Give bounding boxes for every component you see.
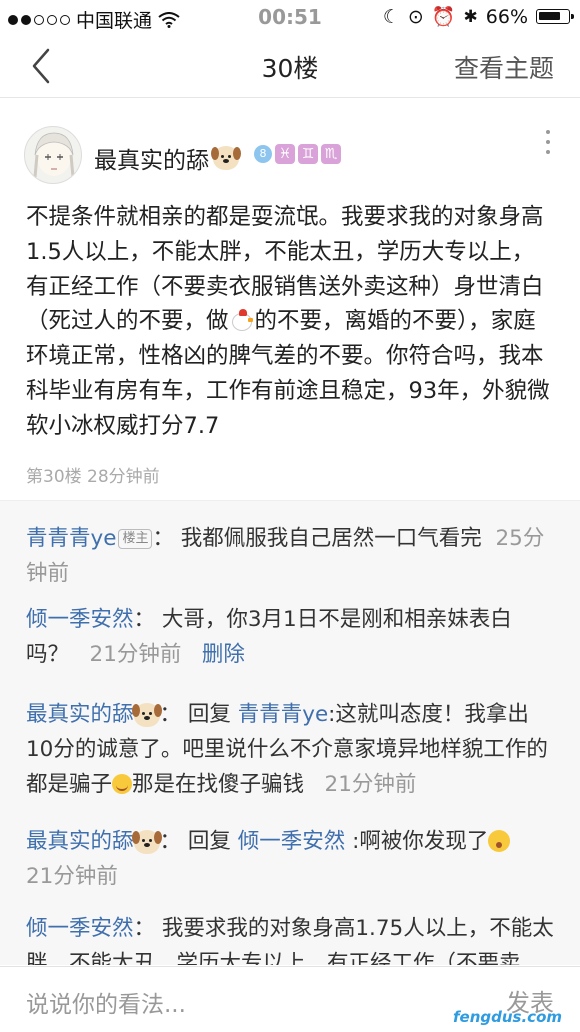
comment-list: 青青青ye 楼主： 我都佩服我自己居然一口气看完 25分钟前 倾一季安然： 大哥，… xyxy=(0,500,580,965)
comment-item[interactable]: 倾一季安然： 大哥，你3月1日不是刚和相亲妹表白吗？ 21分钟前 删除 xyxy=(26,602,556,672)
dog-face-icon xyxy=(131,830,162,854)
delete-button[interactable]: 删除 xyxy=(202,642,245,667)
dog-face-icon xyxy=(131,703,162,727)
moon-icon: ☾ xyxy=(382,5,400,28)
status-right: ☾ ⊙ ⏰ ✱ 66% xyxy=(382,5,574,28)
comment-text: ： 我都佩服我自己居然一口气看完 xyxy=(152,526,482,551)
chicken-emoji-icon xyxy=(229,308,255,332)
alarm-icon: ⏰ xyxy=(431,6,456,28)
post-content: 不提条件就相亲的都是耍流氓。我要求我的对象身高1.5人以上，不能太胖，不能太丑，… xyxy=(26,200,556,444)
nav-bar: 30楼 查看主题 xyxy=(0,34,580,98)
watermark: fengdus.com xyxy=(453,1008,562,1026)
battery-icon xyxy=(536,9,574,24)
comment-item[interactable]: 最真实的舔： 回复 倾一季安然 :啊被你发现了 21分钟前 xyxy=(26,824,556,894)
comment-user[interactable]: 最真实的舔 xyxy=(26,829,134,854)
zodiac-pisces-icon: ♓ xyxy=(275,144,295,164)
grin-emoji-icon xyxy=(112,774,133,794)
op-badge: 楼主 xyxy=(118,529,153,549)
zodiac-gemini-icon: ♊ xyxy=(298,144,318,164)
comment-item[interactable]: 最真实的舔： 回复 青青青ye:这就叫态度！我拿出10分的诚意了。吧里说什么不介… xyxy=(26,697,556,802)
author-badges: 8 ♓ ♊ ♏ xyxy=(254,144,341,164)
more-options-icon[interactable] xyxy=(546,130,550,154)
comment-time: 21分钟前 xyxy=(26,864,118,889)
comment-user[interactable]: 倾一季安然 xyxy=(26,607,134,632)
comment-item[interactable]: 倾一季安然： 我要求我的对象身高1.75人以上，不能太胖，不能太丑，学历大专以上… xyxy=(26,911,556,965)
comment-time: 21分钟前 xyxy=(324,772,417,797)
avatar-image xyxy=(33,132,75,178)
reply-target-user[interactable]: 倾一季安然 xyxy=(238,829,346,854)
comment-user[interactable]: 青青青ye xyxy=(26,526,116,551)
comment-item[interactable]: 青青青ye 楼主： 我都佩服我自己居然一口气看完 25分钟前 xyxy=(26,521,556,591)
surprised-emoji-icon xyxy=(488,830,511,852)
avatar[interactable] xyxy=(24,126,82,184)
comment-text-continued: 那是在找傻子骗钱 xyxy=(132,772,305,797)
zodiac-scorpio-icon: ♏ xyxy=(321,144,341,164)
author-name[interactable]: 最真实的舔 xyxy=(94,141,209,175)
lock-rotation-icon: ⊙ xyxy=(407,5,424,28)
post-meta: 第30楼 28分钟前 xyxy=(26,467,160,487)
comment-input[interactable]: 说说你的看法... xyxy=(26,985,186,1019)
comment-user[interactable]: 最真实的舔 xyxy=(26,702,134,727)
reply-label: 回复 xyxy=(187,829,231,854)
battery-percent: 66% xyxy=(485,5,528,28)
post-author[interactable]: 最真实的舔 xyxy=(94,141,241,175)
status-bar: 中国联通 00:51 ☾ ⊙ ⏰ ✱ 66% xyxy=(0,0,580,34)
comment-text: :啊被你发现了 xyxy=(352,829,489,854)
comment-time: 21分钟前 xyxy=(89,642,182,667)
view-topic-button[interactable]: 查看主题 xyxy=(454,49,554,85)
comment-user[interactable]: 倾一季安然 xyxy=(26,916,134,941)
reply-target-user[interactable]: 青青青ye xyxy=(238,702,328,727)
bluetooth-icon: ✱ xyxy=(463,6,478,27)
reply-label: 回复 xyxy=(187,702,231,727)
dog-face-icon xyxy=(211,146,241,170)
level-badge: 8 xyxy=(254,145,272,163)
comment-input-bar: 说说你的看法... 发表 fengdus.com xyxy=(0,966,580,1032)
